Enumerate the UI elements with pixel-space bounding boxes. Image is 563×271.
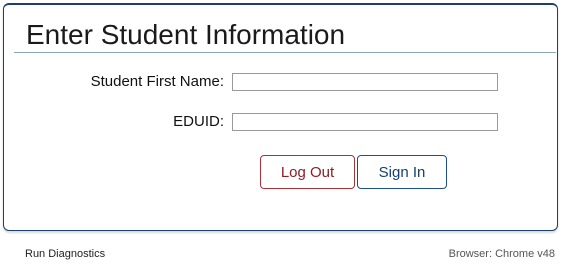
first-name-label: Student First Name: [90, 73, 224, 90]
sign-in-button[interactable]: Sign In [357, 155, 447, 189]
page-title: Enter Student Information [26, 19, 346, 50]
eduid-input[interactable] [232, 113, 498, 131]
browser-info: Browser: Chrome v48 [448, 248, 555, 260]
run-diagnostics-link[interactable]: Run Diagnostics [25, 248, 105, 260]
title-divider [14, 52, 556, 53]
eduid-label: EDUID: [173, 113, 224, 130]
first-name-input[interactable] [232, 73, 498, 91]
log-out-button[interactable]: Log Out [260, 155, 355, 189]
